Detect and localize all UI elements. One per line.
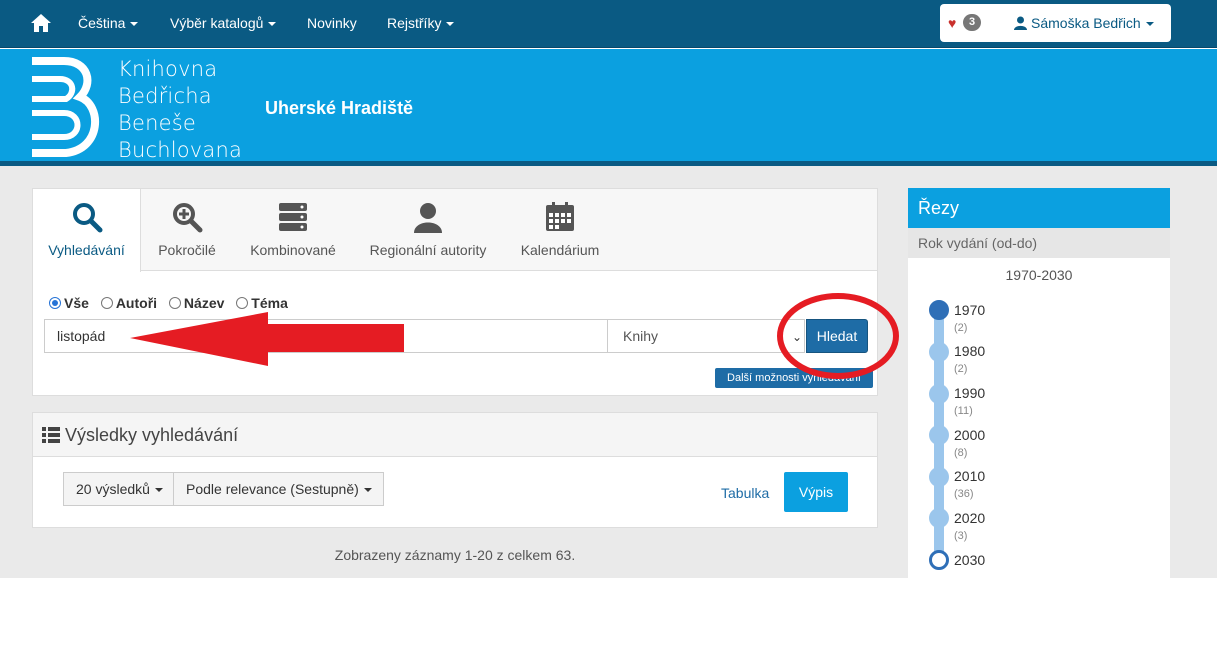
tick-year: 1980 — [954, 343, 986, 359]
caret-down-icon — [268, 22, 277, 27]
year-slider-tick[interactable] — [929, 508, 949, 528]
library-banner: Knihovna Bedřicha Beneše Buchlovana Uher… — [0, 49, 1217, 166]
scope-subject-radio[interactable]: Téma — [236, 295, 288, 311]
library-logo-icon[interactable] — [30, 57, 106, 157]
view-list-button[interactable]: Výpis — [784, 472, 848, 512]
logo-line: Bedřicha — [118, 84, 212, 108]
person-icon — [414, 203, 442, 233]
tick-year: 2020 — [954, 510, 986, 526]
year-range-value: 1970-2030 — [1005, 267, 1073, 283]
caret-down-icon — [446, 22, 455, 27]
tick-count: (8) — [954, 447, 968, 459]
year-slider-tick[interactable] — [929, 467, 949, 487]
user-menu[interactable]: Sámoška Bedřich — [1014, 15, 1154, 31]
caret-down-icon — [363, 488, 372, 493]
search-icon — [72, 203, 102, 233]
per-page-dropdown[interactable]: 20 výsledků — [63, 472, 174, 506]
tick-count: (2) — [954, 322, 968, 334]
search-scope-radios: Vše Autoři Název Téma — [49, 295, 296, 311]
heart-icon[interactable]: ♥ — [948, 15, 956, 31]
server-stack-icon — [279, 203, 307, 231]
tick-year: 1990 — [954, 385, 986, 401]
radio-icon — [100, 297, 113, 309]
tab-label: Kalendárium — [520, 242, 600, 258]
tab-search[interactable]: Vyhledávání — [33, 189, 141, 272]
nav-registers-menu[interactable]: Rejstříky — [387, 15, 455, 31]
results-summary: Zobrazeny záznamy 1-20 z celkem 63. — [334, 547, 576, 563]
red-circle-annotation — [777, 293, 899, 379]
radio-icon — [236, 297, 249, 309]
caret-down-icon — [1145, 22, 1154, 27]
nav-news-link[interactable]: Novinky — [307, 15, 357, 31]
user-icon — [1014, 16, 1027, 30]
nav-registers-label: Rejstříky — [387, 15, 442, 31]
scope-all-radio[interactable]: Vše — [49, 295, 89, 311]
tab-label: Vyhledávání — [48, 242, 125, 258]
radio-checked-icon — [49, 297, 61, 309]
tick-year: 2030 — [954, 552, 986, 568]
search-tabs: Vyhledávání Pokročilé Kombinované Region… — [33, 189, 877, 272]
home-icon[interactable] — [30, 13, 52, 33]
library-city: Uherské Hradiště — [265, 98, 414, 118]
facets-title: Řezy — [908, 188, 1170, 228]
scope-label: Autoři — [115, 295, 158, 311]
facets-panel: Řezy Rok vydání (od-do) 1970-2030 1970 (… — [908, 188, 1170, 578]
scope-authors-radio[interactable]: Autoři — [100, 295, 158, 311]
nav-catalog-menu[interactable]: Výběr katalogů — [170, 15, 277, 31]
tick-count: (3) — [954, 530, 968, 542]
calendar-icon — [546, 202, 574, 231]
per-page-value: 20 výsledků — [76, 481, 150, 497]
results-header: Výsledky vyhledávání — [33, 413, 877, 457]
caret-down-icon — [154, 488, 163, 493]
results-panel: Výsledky vyhledávání 20 výsledků Podle r… — [32, 412, 878, 528]
results-title: Výsledky vyhledávání — [65, 425, 239, 445]
caret-down-icon — [130, 22, 139, 27]
year-slider-end-handle[interactable] — [929, 550, 949, 570]
scope-label: Vše — [64, 295, 89, 311]
tab-regional-authorities[interactable]: Regionální autority — [353, 189, 503, 271]
red-arrow-annotation — [130, 312, 404, 366]
tick-count: (36) — [954, 488, 974, 500]
sort-dropdown[interactable]: Podle relevance (Sestupně) — [173, 472, 384, 506]
scope-title-radio[interactable]: Název — [168, 295, 225, 311]
library-logo-text: Knihovna Bedřicha Beneše Buchlovana — [118, 56, 242, 164]
logo-line: Beneše — [118, 111, 196, 135]
nav-news-label: Novinky — [307, 15, 357, 31]
facet-group-title[interactable]: Rok vydání (od-do) — [908, 228, 1170, 258]
user-name: Sámoška Bedřich — [1031, 15, 1141, 31]
logo-line: Buchlovana — [118, 138, 243, 162]
sort-value: Podle relevance (Sestupně) — [186, 481, 359, 497]
tab-combined[interactable]: Kombinované — [233, 189, 353, 271]
tick-count: (2) — [954, 363, 968, 375]
user-box: ♥ 3 Sámoška Bedřich — [940, 4, 1171, 42]
nav-language-label: Čeština — [78, 15, 126, 31]
year-slider-start-handle[interactable] — [929, 300, 949, 320]
tick-year: 2000 — [954, 427, 986, 443]
year-slider-tick[interactable] — [929, 425, 949, 445]
zoom-plus-icon — [173, 203, 203, 233]
tab-label: Kombinované — [250, 242, 336, 258]
scope-label: Téma — [251, 295, 288, 311]
list-icon — [42, 427, 60, 443]
year-slider-tick[interactable] — [929, 384, 949, 404]
scope-label: Název — [183, 295, 225, 311]
tab-advanced[interactable]: Pokročilé — [141, 189, 233, 271]
tick-year: 2010 — [954, 468, 986, 484]
tick-year: 1970 — [954, 302, 986, 318]
tab-label: Pokročilé — [158, 242, 216, 258]
page-bottom — [0, 578, 1217, 648]
favorites-badge[interactable]: 3 — [963, 14, 982, 31]
year-slider-tick[interactable] — [929, 342, 949, 362]
nav-catalog-label: Výběr katalogů — [170, 15, 264, 31]
logo-line: Knihovna — [118, 57, 218, 81]
tab-calendar[interactable]: Kalendárium — [503, 189, 617, 271]
tick-count: (11) — [954, 405, 973, 417]
tab-label: Regionální autority — [369, 242, 487, 258]
document-type-value: Knihy — [623, 328, 659, 344]
view-table-link[interactable]: Tabulka — [721, 485, 769, 501]
nav-language-menu[interactable]: Čeština — [78, 15, 139, 31]
radio-icon — [168, 297, 181, 309]
top-navbar: Čeština Výběr katalogů Novinky Rejstříky… — [0, 0, 1217, 48]
